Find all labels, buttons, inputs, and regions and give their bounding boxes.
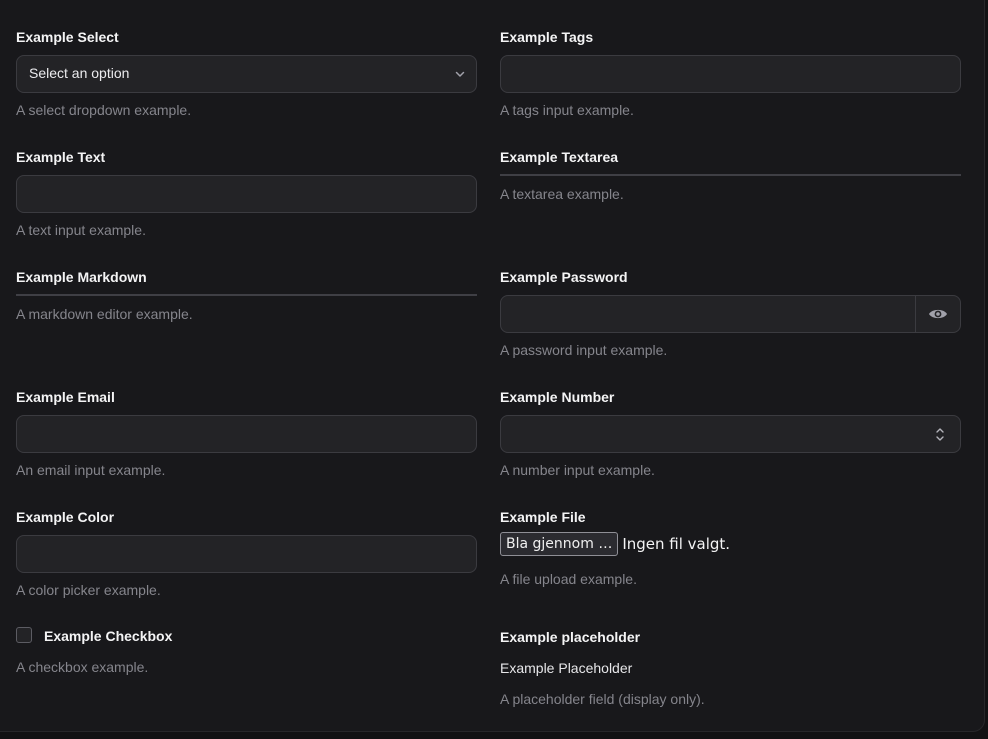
color-label: Example Color xyxy=(16,509,115,525)
select-field: Example Select Select an option A select… xyxy=(16,28,477,118)
file-input: Bla gjennom … Ingen fil valgt. xyxy=(500,532,730,556)
markdown-field: Example Markdown A markdown editor examp… xyxy=(16,268,477,322)
checkbox-help: A checkbox example. xyxy=(16,659,149,675)
placeholder-value: Example Placeholder xyxy=(500,660,633,676)
text-label: Example Text xyxy=(16,149,106,165)
tags-input[interactable] xyxy=(500,55,961,93)
password-field: Example Password A password input exampl… xyxy=(500,268,961,358)
text-input[interactable] xyxy=(16,175,477,213)
spinner-arrows-icon[interactable] xyxy=(934,426,946,443)
number-input[interactable] xyxy=(500,415,961,453)
color-input[interactable] xyxy=(16,535,477,573)
number-field: Example Number A number input example. xyxy=(500,388,961,478)
form-panel: Example Select Select an option A select… xyxy=(0,0,985,732)
file-status: Ingen fil valgt. xyxy=(622,535,731,553)
placeholder-help: A placeholder field (display only). xyxy=(500,691,705,707)
markdown-editor[interactable] xyxy=(16,294,477,296)
file-label: Example File xyxy=(500,509,586,525)
checkbox-label[interactable]: Example Checkbox xyxy=(44,628,172,644)
markdown-help: A markdown editor example. xyxy=(16,306,193,322)
eye-icon[interactable] xyxy=(928,306,948,322)
file-browse-button[interactable]: Bla gjennom … xyxy=(500,532,619,556)
file-help: A file upload example. xyxy=(500,571,637,587)
password-input[interactable] xyxy=(500,295,961,333)
color-help: A color picker example. xyxy=(16,582,161,598)
select-label: Example Select xyxy=(16,29,119,45)
select-value: Select an option xyxy=(29,65,130,81)
password-help: A password input example. xyxy=(500,342,668,358)
textarea-input[interactable] xyxy=(500,174,961,176)
email-field: Example Email An email input example. xyxy=(16,388,477,478)
password-label: Example Password xyxy=(500,269,628,285)
email-input[interactable] xyxy=(16,415,477,453)
textarea-field: Example Textarea A textarea example. xyxy=(500,148,961,202)
select-dropdown[interactable]: Select an option xyxy=(16,55,477,93)
file-field: Example File Bla gjennom … Ingen fil val… xyxy=(500,508,961,587)
placeholder-field: Example placeholder Example Placeholder … xyxy=(500,628,961,707)
chevron-down-icon xyxy=(455,71,465,77)
tags-field: Example Tags A tags input example. xyxy=(500,28,961,118)
number-help: A number input example. xyxy=(500,462,655,478)
email-label: Example Email xyxy=(16,389,115,405)
textarea-label: Example Textarea xyxy=(500,149,619,165)
example-checkbox[interactable] xyxy=(16,627,32,643)
number-label: Example Number xyxy=(500,389,615,405)
tags-help: A tags input example. xyxy=(500,102,634,118)
placeholder-label: Example placeholder xyxy=(500,629,641,645)
markdown-label: Example Markdown xyxy=(16,269,147,285)
password-divider xyxy=(915,296,916,332)
text-help: A text input example. xyxy=(16,222,146,238)
color-field: Example Color A color picker example. xyxy=(16,508,477,598)
select-help: A select dropdown example. xyxy=(16,102,192,118)
textarea-help: A textarea example. xyxy=(500,186,624,202)
text-field: Example Text A text input example. xyxy=(16,148,477,238)
tags-label: Example Tags xyxy=(500,29,594,45)
email-help: An email input example. xyxy=(16,462,166,478)
